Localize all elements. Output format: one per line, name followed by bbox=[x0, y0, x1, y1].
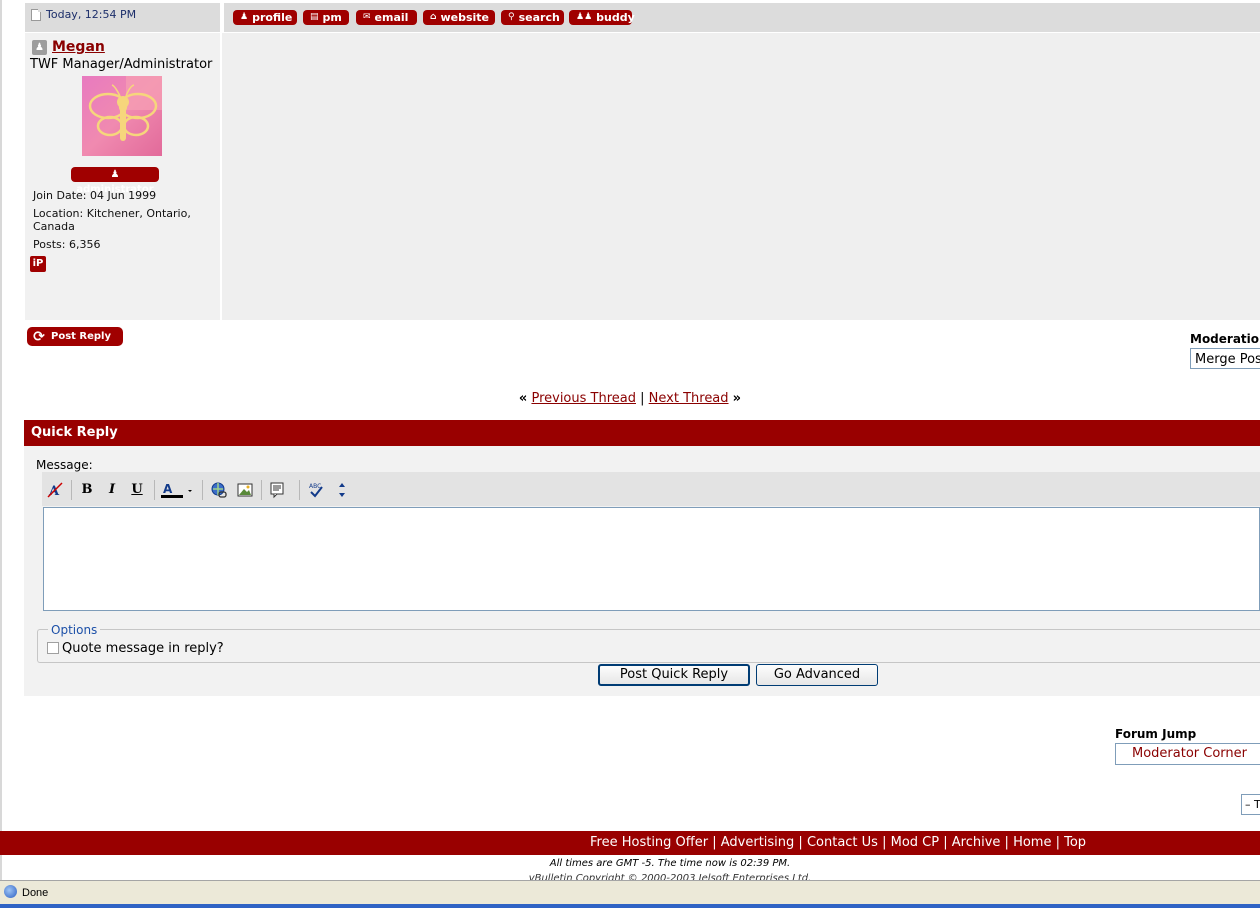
toolbar-separator bbox=[299, 480, 300, 500]
footer-copyright: vBulletin Copyright © 2000-2003 Jelsoft … bbox=[528, 873, 812, 880]
forum-jump-select[interactable]: Moderator Corner bbox=[1115, 743, 1260, 765]
profile-button[interactable]: ♟ profile bbox=[233, 10, 297, 25]
buddy-icon: ♟♟ bbox=[576, 12, 593, 22]
page-done-icon bbox=[4, 885, 17, 898]
toolbar-separator bbox=[71, 480, 72, 500]
buddy-button[interactable]: ♟♟ buddy bbox=[569, 10, 635, 25]
next-thread-link[interactable]: Next Thread bbox=[649, 391, 729, 406]
email-button-label: email bbox=[374, 11, 409, 24]
location-line-2: Canada bbox=[33, 220, 75, 233]
envelope-icon: ✉ bbox=[363, 12, 371, 22]
post-date-text: Today, 12:54 PM bbox=[46, 8, 137, 21]
insert-link-icon[interactable] bbox=[210, 481, 228, 499]
user-title: TWF Manager/Administrator bbox=[30, 57, 213, 72]
toolbar-separator bbox=[154, 480, 155, 500]
message-textarea[interactable] bbox=[43, 507, 1260, 611]
footer-link-home[interactable]: Home bbox=[1013, 835, 1051, 850]
quote-message-checkbox[interactable] bbox=[47, 642, 59, 654]
quote-message-label[interactable]: Quote message in reply? bbox=[62, 641, 224, 656]
forum-jump-label: Forum Jump bbox=[1115, 727, 1197, 741]
bold-icon[interactable]: B bbox=[78, 481, 96, 499]
font-color-icon[interactable]: A bbox=[160, 481, 194, 499]
footer-link-top[interactable]: Top bbox=[1064, 835, 1086, 850]
location-line-1: Location: Kitchener, Ontario, bbox=[33, 207, 191, 220]
next-arrows: » bbox=[732, 391, 742, 406]
administrator-badge: ♟ administrator bbox=[71, 167, 159, 195]
pm-icon: ▤ bbox=[310, 12, 319, 22]
prev-arrows: « bbox=[518, 391, 528, 406]
person-icon: ♟ bbox=[110, 169, 120, 180]
post-reply-label: Post Reply bbox=[51, 331, 111, 342]
post-reply-button[interactable]: ⟳ Post Reply bbox=[27, 327, 123, 346]
post-document-icon bbox=[31, 8, 41, 21]
magnifier-icon: ⚲ bbox=[508, 12, 515, 22]
quick-reply-header: Quick Reply bbox=[24, 420, 1260, 446]
post-date: Today, 12:54 PM bbox=[31, 8, 136, 21]
footer-link-archive[interactable]: Archive bbox=[952, 835, 1001, 850]
profile-button-label: profile bbox=[252, 11, 293, 24]
search-button[interactable]: ⚲ search bbox=[501, 10, 564, 25]
spellcheck-icon[interactable]: ABC bbox=[307, 481, 325, 499]
forum-jump-go-button[interactable]: – T bbox=[1241, 794, 1260, 815]
nav-separator: | bbox=[640, 391, 645, 406]
moderation-select[interactable]: Merge Posts bbox=[1190, 348, 1260, 369]
toolbar-separator bbox=[261, 480, 262, 500]
quote-icon[interactable] bbox=[268, 481, 286, 499]
post-count: Posts: 6,356 bbox=[33, 238, 101, 251]
insert-image-icon[interactable] bbox=[236, 481, 254, 499]
footer-link-modcp[interactable]: Mod CP bbox=[891, 835, 939, 850]
footer-bar: Free Hosting Offer | Advertising | Conta… bbox=[0, 831, 1260, 855]
email-button[interactable]: ✉ email bbox=[356, 10, 417, 25]
moderation-label: Moderation bbox=[1190, 332, 1260, 346]
person-icon: ♟ bbox=[240, 12, 249, 22]
go-advanced-button[interactable]: Go Advanced bbox=[756, 664, 878, 686]
underline-icon[interactable]: U bbox=[128, 481, 146, 499]
browser-status-bar bbox=[0, 880, 1260, 904]
footer-link-advertising[interactable]: Advertising bbox=[721, 835, 795, 850]
status-text: Done bbox=[22, 887, 49, 899]
search-button-label: search bbox=[518, 11, 560, 24]
ip-icon[interactable]: iP bbox=[30, 256, 46, 272]
post-message-body bbox=[222, 33, 1260, 320]
join-date: Join Date: 04 Jun 1999 bbox=[33, 189, 157, 202]
post-quick-reply-button[interactable]: Post Quick Reply bbox=[598, 664, 750, 686]
taskbar-edge bbox=[0, 904, 1260, 908]
footer-time: All times are GMT -5. The time now is 02… bbox=[549, 858, 791, 869]
footer-link-contact[interactable]: Contact Us bbox=[807, 835, 878, 850]
page-left-border bbox=[0, 0, 2, 880]
previous-thread-link[interactable]: Previous Thread bbox=[531, 391, 636, 406]
italic-icon[interactable]: I bbox=[103, 481, 121, 499]
footer-link-hosting[interactable]: Free Hosting Offer bbox=[590, 835, 708, 850]
user-avatar bbox=[82, 76, 162, 156]
options-legend: Options bbox=[48, 623, 101, 637]
username-link[interactable]: Megan bbox=[52, 39, 105, 55]
pm-button[interactable]: ▤ pm bbox=[303, 10, 349, 25]
svg-text:A: A bbox=[163, 482, 173, 496]
message-label: Message: bbox=[36, 458, 93, 472]
home-icon: ⌂ bbox=[430, 12, 437, 22]
reply-arrows-icon: ⟳ bbox=[33, 328, 45, 345]
resize-icon[interactable] bbox=[334, 481, 350, 499]
website-button[interactable]: ⌂ website bbox=[423, 10, 495, 25]
thread-navigation: « Previous Thread | Next Thread » bbox=[0, 391, 1260, 406]
website-button-label: website bbox=[440, 11, 489, 24]
footer-links: Free Hosting Offer | Advertising | Conta… bbox=[590, 835, 1087, 850]
user-offline-icon: ♟ bbox=[32, 40, 47, 55]
buddy-button-label: buddy bbox=[596, 11, 635, 24]
remove-format-icon[interactable]: A bbox=[46, 481, 64, 499]
toolbar-separator bbox=[202, 480, 203, 500]
pm-button-label: pm bbox=[322, 11, 342, 24]
